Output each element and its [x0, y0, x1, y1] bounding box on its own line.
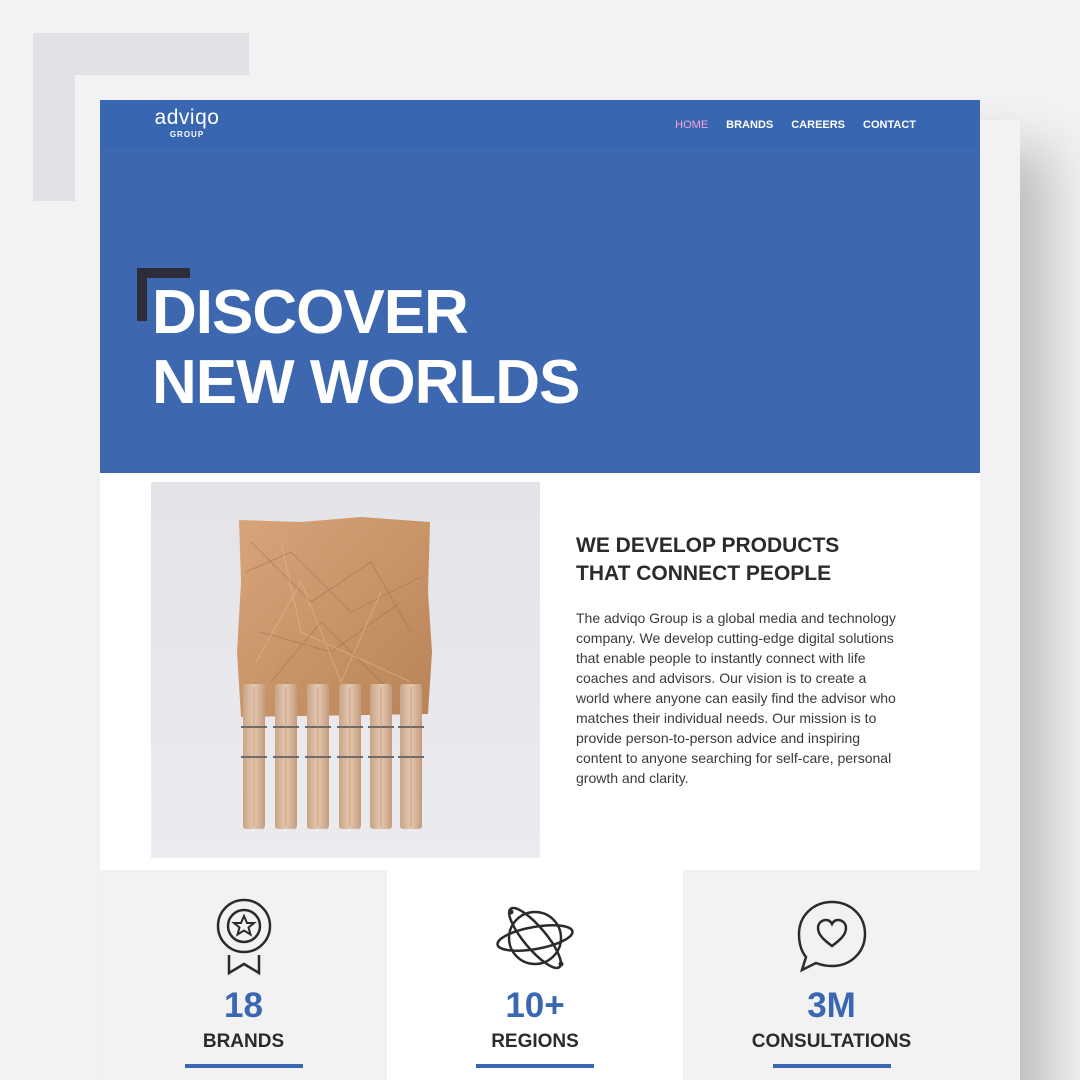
globe-orbit-icon	[495, 898, 575, 979]
stat-card-consultations: 3M CONSULTATIONS	[683, 870, 980, 1080]
hero-title: DISCOVER NEW WORLDS	[152, 278, 580, 418]
stat-label: REGIONS	[491, 1031, 579, 1052]
nav-link-brands[interactable]: BRANDS	[726, 119, 773, 131]
stat-underline	[476, 1064, 594, 1068]
nav-link-contact[interactable]: CONTACT	[863, 119, 916, 131]
hero-section: adviqo GROUP HOME BRANDS CAREERS CONTACT…	[100, 100, 980, 473]
nav-link-home[interactable]: HOME	[675, 119, 708, 131]
clothespins-illustration	[151, 482, 540, 858]
intro-heading: WE DEVELOP PRODUCTS THAT CONNECT PEOPLE	[576, 532, 906, 588]
hero-title-line1: DISCOVER	[152, 278, 469, 347]
website-preview: adviqo GROUP HOME BRANDS CAREERS CONTACT…	[100, 100, 980, 1080]
intro-body: The adviqo Group is a global media and t…	[576, 610, 896, 786]
stat-underline	[184, 1064, 303, 1068]
stat-label: BRANDS	[202, 1031, 285, 1052]
intro-heading-line1: WE DEVELOP PRODUCTS	[576, 534, 840, 557]
award-ribbon-icon	[214, 898, 274, 983]
stat-label: CONSULTATIONS	[751, 1031, 912, 1052]
main-nav: HOME BRANDS CAREERS CONTACT	[675, 119, 916, 131]
brand-subline: GROUP	[169, 130, 205, 139]
intro-section: WE DEVELOP PRODUCTS THAT CONNECT PEOPLE …	[576, 532, 906, 788]
stat-value: 3M	[807, 986, 856, 1025]
brand-name: adviqo	[154, 106, 220, 129]
clothespins-paper-photo	[151, 482, 540, 858]
stat-value: 10+	[505, 986, 565, 1025]
hero-title-line2: NEW WORLDS	[152, 348, 580, 417]
stat-card-regions: 10+ REGIONS	[387, 870, 683, 1080]
heart-chat-icon	[796, 898, 868, 979]
stat-underline	[772, 1064, 891, 1068]
nav-link-careers[interactable]: CAREERS	[791, 119, 845, 131]
stat-card-brands: 18 BRANDS	[100, 870, 387, 1080]
intro-heading-line2: THAT CONNECT PEOPLE	[576, 562, 832, 585]
brand-logo[interactable]: adviqo GROUP	[150, 106, 224, 140]
stats-section: 18 BRANDS 10+ REGIONS 3M CONSULTATIONS	[100, 870, 980, 1080]
navbar: adviqo GROUP HOME BRANDS CAREERS CONTACT	[100, 100, 980, 149]
stat-value: 18	[224, 986, 263, 1025]
